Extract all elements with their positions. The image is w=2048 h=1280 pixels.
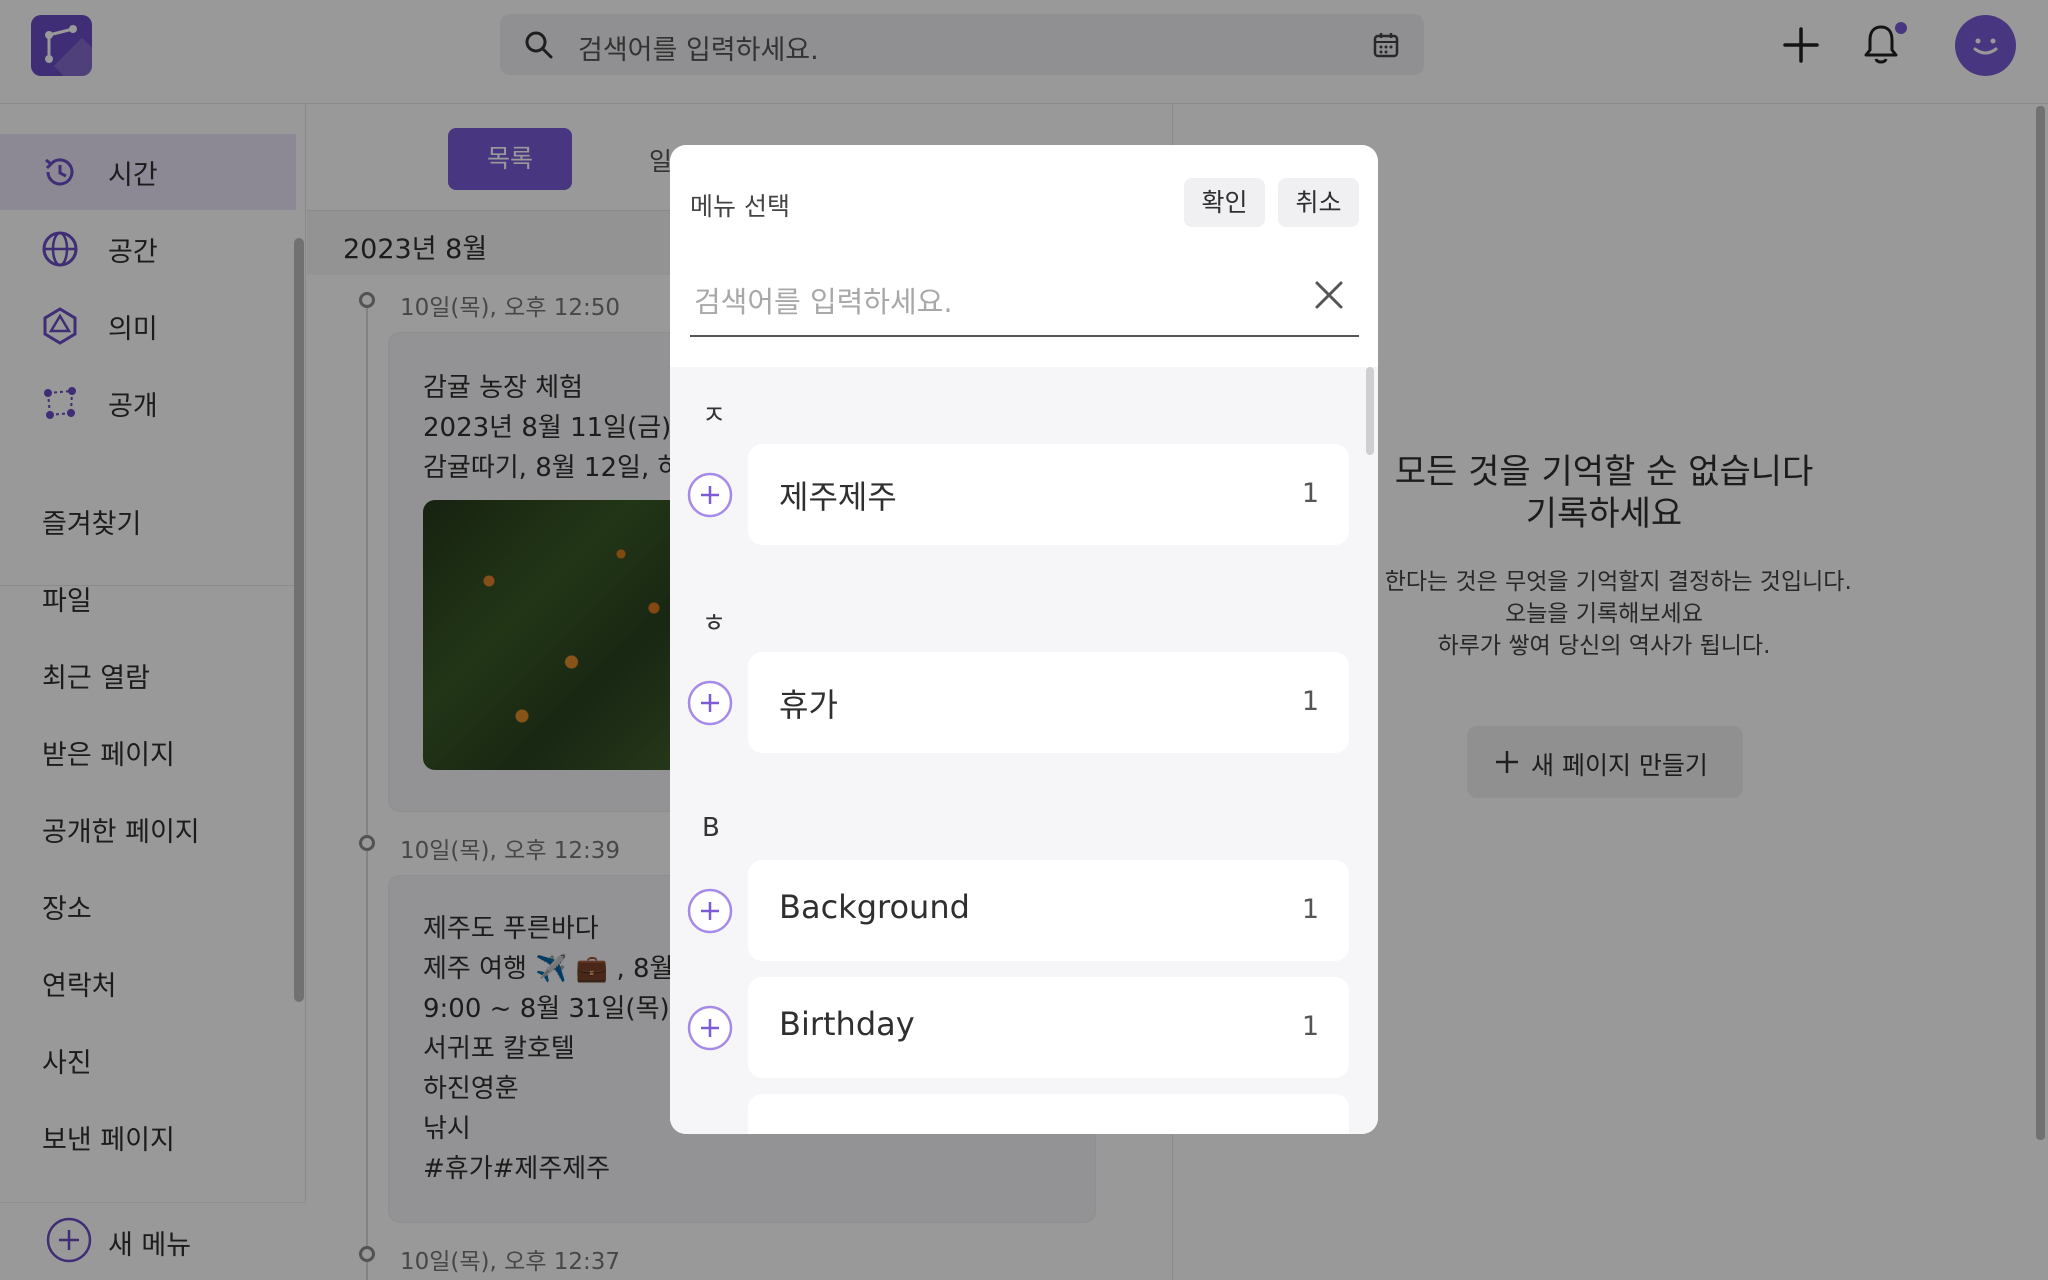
menu-item[interactable]: [748, 1094, 1349, 1134]
group-label: B: [702, 813, 720, 843]
menu-item[interactable]: 휴가 1: [748, 652, 1349, 753]
add-circle-icon[interactable]: [687, 1005, 733, 1051]
menu-item-name: 제주제주: [779, 478, 897, 516]
add-circle-icon[interactable]: [687, 888, 733, 934]
menu-item[interactable]: Background 1: [748, 860, 1349, 961]
add-circle-icon[interactable]: [687, 472, 733, 518]
menu-item-count: 1: [1301, 894, 1319, 925]
menu-list: ㅈ 제주제주 1 ㅎ 휴가 1 B Background 1 Birthday …: [670, 367, 1378, 1134]
confirm-button[interactable]: 확인: [1184, 178, 1265, 227]
menu-item-name: Background: [779, 888, 970, 926]
menu-item[interactable]: Birthday 1: [748, 977, 1349, 1078]
menu-item-name: 휴가: [779, 686, 838, 724]
group-label: ㅎ: [702, 609, 726, 639]
add-circle-icon[interactable]: [687, 680, 733, 726]
menu-select-dialog: 메뉴 선택 확인 취소 검색어를 입력하세요. ㅈ 제주제주 1 ㅎ 휴가 1: [670, 145, 1378, 1134]
menu-item-count: 1: [1301, 1011, 1319, 1042]
menu-search-input[interactable]: 검색어를 입력하세요.: [690, 253, 1359, 337]
menu-list-scrollbar[interactable]: [1366, 367, 1374, 455]
close-icon[interactable]: [1313, 279, 1345, 311]
menu-search-placeholder: 검색어를 입력하세요.: [694, 285, 953, 319]
menu-item-count: 1: [1301, 686, 1319, 717]
group-label: ㅈ: [702, 401, 726, 431]
cancel-button[interactable]: 취소: [1278, 178, 1359, 227]
menu-item[interactable]: 제주제주 1: [748, 444, 1349, 545]
menu-item-name: Birthday: [779, 1005, 915, 1043]
dialog-title: 메뉴 선택: [690, 192, 790, 221]
menu-item-count: 1: [1301, 478, 1319, 509]
